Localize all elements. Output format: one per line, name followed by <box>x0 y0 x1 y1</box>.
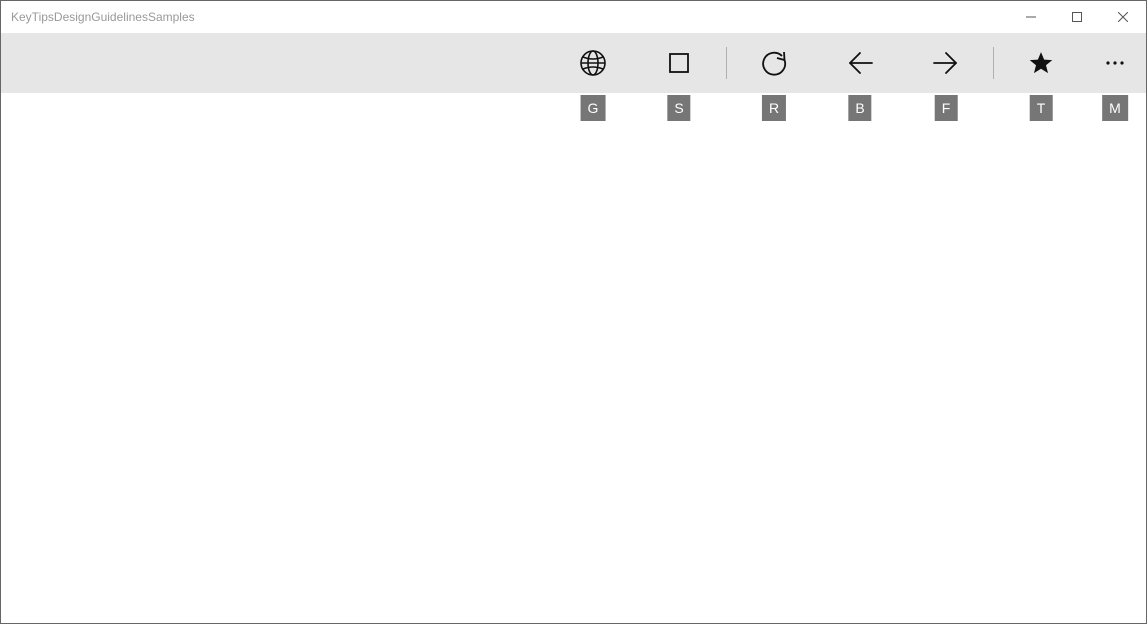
window-title: KeyTipsDesignGuidelinesSamples <box>11 10 195 24</box>
square-icon <box>667 51 691 75</box>
toolbar: G S R <box>1 33 1146 93</box>
globe-icon <box>579 49 607 77</box>
more-icon <box>1103 51 1127 75</box>
stop-button[interactable] <box>655 39 703 87</box>
toolbar-separator <box>726 47 727 79</box>
keytip: M <box>1102 95 1128 121</box>
refresh-button[interactable] <box>750 39 798 87</box>
toolbar-slot: S <box>636 33 722 93</box>
minimize-icon <box>1026 12 1036 22</box>
keytip: F <box>935 95 958 121</box>
keytip: S <box>667 95 690 121</box>
minimize-button[interactable] <box>1008 1 1054 33</box>
toolbar-slot: T <box>998 33 1084 93</box>
keytip: B <box>848 95 871 121</box>
toolbar-slot: G <box>550 33 636 93</box>
titlebar: KeyTipsDesignGuidelinesSamples <box>1 1 1146 33</box>
toolbar-slot: F <box>903 33 989 93</box>
window-controls <box>1008 1 1146 33</box>
toolbar-slot: B <box>817 33 903 93</box>
globe-button[interactable] <box>569 39 617 87</box>
close-button[interactable] <box>1100 1 1146 33</box>
star-icon <box>1028 50 1054 76</box>
toolbar-slot: R <box>731 33 817 93</box>
keytip: G <box>581 95 606 121</box>
back-button[interactable] <box>836 39 884 87</box>
forward-icon <box>932 49 960 77</box>
forward-button[interactable] <box>922 39 970 87</box>
toolbar-separator <box>993 47 994 79</box>
more-button[interactable] <box>1091 39 1139 87</box>
maximize-button[interactable] <box>1054 1 1100 33</box>
toolbar-slot: M <box>1084 33 1146 93</box>
toolbar-right: G S R <box>550 33 1146 93</box>
back-icon <box>846 49 874 77</box>
refresh-icon <box>760 49 788 77</box>
keytip: T <box>1030 95 1053 121</box>
close-icon <box>1118 12 1128 22</box>
keytip: R <box>762 95 786 121</box>
maximize-icon <box>1072 12 1082 22</box>
favorite-button[interactable] <box>1017 39 1065 87</box>
